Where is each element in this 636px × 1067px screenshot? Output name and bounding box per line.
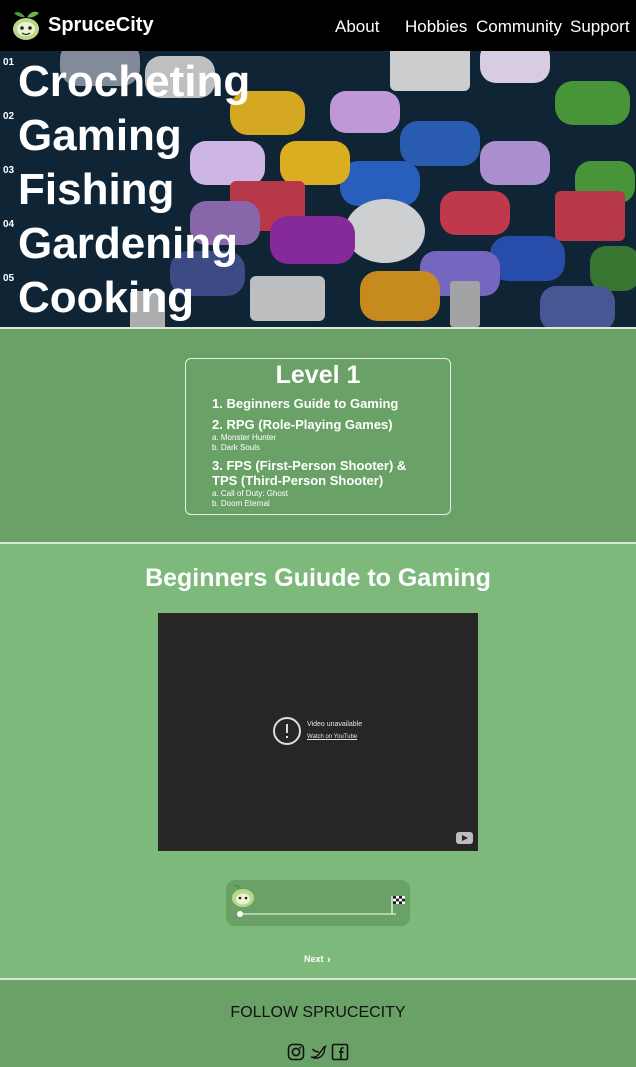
nav-link-about[interactable]: About [335,17,379,37]
hobby-link-cooking[interactable]: Cooking [18,273,194,323]
hobby-number: 05 [3,273,15,284]
level-item-beginners[interactable]: 1. Beginners Guide to Gaming [212,396,398,411]
hobby-link-gardening[interactable]: Gardening [18,219,238,269]
finish-flag-icon [391,896,405,914]
top-navbar: SpruceCity About Hobbies Community Suppo… [0,0,636,51]
video-section-title: Beginners Guiude to Gaming [145,564,491,592]
level-item-tps[interactable]: TPS (Third-Person Shooter) [212,473,383,488]
level-item-rpg[interactable]: 2. RPG (Role-Playing Games) [212,417,393,432]
social-links [287,1043,349,1061]
hobby-link-crocheting[interactable]: Crocheting [18,57,250,107]
progress-tracker [226,880,410,926]
hobby-number: 04 [3,219,15,230]
video-unavailable-text: Video unavailable [307,721,363,728]
nav-link-support[interactable]: Support [570,17,630,37]
footer: FOLLOW SPRUCECITY [0,981,636,1067]
warning-icon [273,717,301,745]
youtube-icon[interactable] [456,832,473,844]
chevron-right-icon[interactable]: › [327,954,331,966]
level-section: Level 1 1. Beginners Guide to Gaming 2. … [0,329,636,542]
nav-link-community[interactable]: Community [476,17,562,37]
hobby-link-fishing[interactable]: Fishing [18,165,174,215]
level-subitem[interactable]: b. Doom Eternal [212,499,270,508]
level-subitem[interactable]: a. Monster Hunter [212,433,276,442]
hobby-number: 03 [3,165,15,176]
nav-link-hobbies[interactable]: Hobbies [405,17,467,37]
watch-on-youtube-link[interactable]: Watch on YouTube [307,734,357,740]
level-subitem[interactable]: b. Dark Souls [212,443,260,452]
progress-track [232,884,405,917]
youtube-embed[interactable]: Video unavailable Watch on YouTube [158,613,478,851]
mascot-icon [232,884,254,907]
next-button[interactable]: Next [304,954,324,964]
level-title: Level 1 [275,361,361,389]
hobby-number: 02 [3,111,15,122]
hobby-number: 01 [3,57,15,68]
follow-heading: FOLLOW SPRUCECITY [230,1004,406,1021]
hobby-link-gaming[interactable]: Gaming [18,111,182,161]
level-item-fps[interactable]: 3. FPS (First-Person Shooter) & [212,458,406,473]
level-subitem[interactable]: a. Call of Duty: Ghost [212,489,288,498]
section-divider [0,978,636,980]
instagram-icon[interactable] [287,1043,305,1061]
twitter-icon[interactable] [309,1043,327,1061]
hero-banner: 01 Crocheting 02 Gaming 03 Fishing 04 Ga… [0,51,636,327]
brand-name[interactable]: SpruceCity [48,14,154,37]
facebook-icon[interactable] [331,1043,349,1061]
level-card: Level 1 1. Beginners Guide to Gaming 2. … [185,358,451,515]
spruce-logo-icon[interactable] [8,7,44,43]
video-section: Beginners Guiude to Gaming Video unavail… [0,544,636,978]
